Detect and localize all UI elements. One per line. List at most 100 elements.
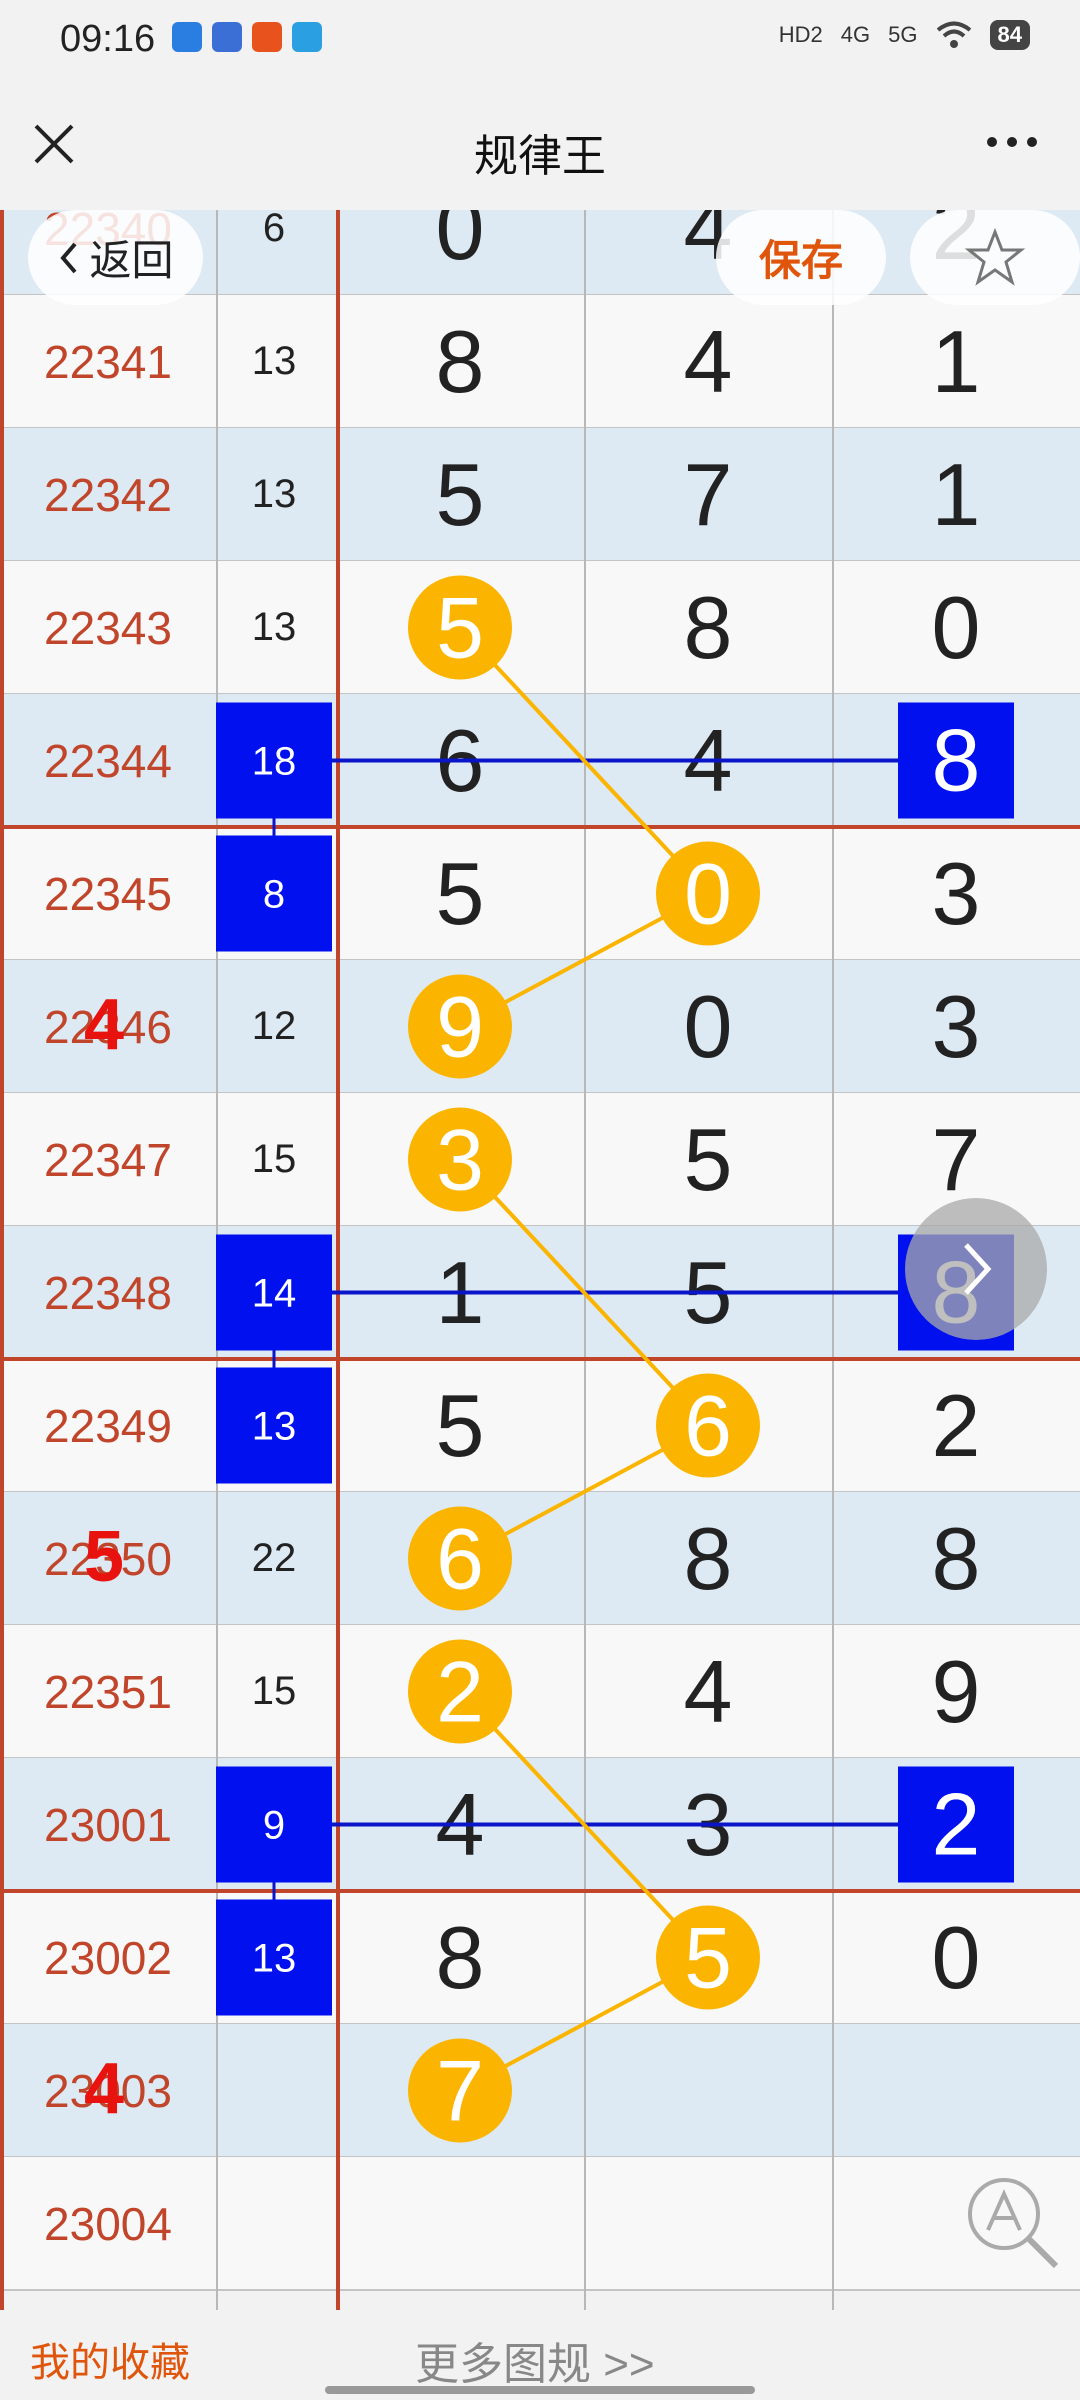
cell-sum bbox=[216, 2024, 332, 2157]
cell-d1: 8 bbox=[435, 1907, 485, 2007]
cell-sum: 6 bbox=[262, 210, 286, 250]
annotation-badge: 4 bbox=[84, 2049, 125, 2129]
cell-d2 bbox=[584, 2024, 832, 2157]
save-label: 保存 bbox=[758, 237, 843, 284]
page-title: 规律王 bbox=[474, 132, 606, 181]
cell-d1: 5 bbox=[435, 843, 485, 943]
cell-d1: 5 bbox=[435, 1375, 485, 1475]
table-row: 22344 18 6 4 8 bbox=[0, 694, 1080, 827]
cell-d2: 4 bbox=[683, 710, 733, 810]
cell-sum: 13 bbox=[251, 1935, 297, 1979]
table-row: 22345 8 5 0 3 bbox=[0, 827, 1080, 960]
cell-period: 22349 bbox=[44, 1399, 172, 1452]
cell-d1: 7 bbox=[435, 2040, 485, 2140]
cell-d3: 1 bbox=[931, 311, 981, 411]
table-row: 22346 12 9 0 3 bbox=[0, 960, 1080, 1093]
next-button[interactable] bbox=[905, 1198, 1047, 1340]
app-icon bbox=[292, 22, 322, 52]
chevron-left-icon bbox=[60, 242, 78, 273]
cell-period: 22351 bbox=[44, 1665, 172, 1718]
cell-d1 bbox=[336, 2157, 584, 2290]
cell-sum: 9 bbox=[262, 1802, 286, 1846]
cell-sum bbox=[216, 2157, 332, 2290]
cell-d1: 1 bbox=[435, 1242, 485, 1342]
cell-period: 22348 bbox=[44, 1266, 172, 1319]
group-separator bbox=[0, 825, 1080, 829]
cell-period: 22343 bbox=[44, 601, 172, 654]
cell-sum: 15 bbox=[251, 1669, 297, 1713]
cell-sum: 18 bbox=[251, 738, 297, 782]
cell-d3: 3 bbox=[931, 976, 981, 1076]
group-separator bbox=[0, 1357, 1080, 1361]
back-button[interactable]: 返回 bbox=[28, 210, 203, 305]
cell-d1: 2 bbox=[435, 1641, 485, 1741]
cell-d1: 5 bbox=[435, 577, 485, 677]
more-icon[interactable] bbox=[984, 130, 1040, 154]
cell-d2: 5 bbox=[683, 1907, 733, 2007]
cell-d1: 8 bbox=[435, 311, 485, 411]
my-favorites-link[interactable]: 我的收藏 bbox=[30, 2330, 190, 2388]
cell-period: 22345 bbox=[44, 867, 172, 920]
cell-d2: 8 bbox=[683, 577, 733, 677]
nav-bar: 规律王 bbox=[0, 80, 1080, 210]
wifi-icon bbox=[936, 21, 971, 48]
cell-sum: 22 bbox=[251, 1536, 297, 1580]
column-divider bbox=[336, 210, 340, 2310]
table-row: 22349 13 5 6 2 bbox=[0, 1359, 1080, 1492]
status-time: 09:16 bbox=[60, 18, 156, 60]
cell-d2 bbox=[584, 2157, 832, 2290]
network-5g-indicator: 5G bbox=[888, 22, 918, 47]
annotation-badge: 4 bbox=[84, 985, 125, 1065]
status-indicators: HD2 4G 5G 84 bbox=[779, 20, 1030, 50]
cell-d1: 9 bbox=[435, 976, 485, 1076]
network-4g-indicator: 4G bbox=[840, 22, 871, 47]
table-row: 22350 22 6 8 8 bbox=[0, 1492, 1080, 1625]
table-row: 23001 9 4 3 2 bbox=[0, 1758, 1080, 1891]
zoom-search-icon[interactable] bbox=[962, 2172, 1062, 2272]
table-row: 23002 13 8 5 0 bbox=[0, 1891, 1080, 2024]
cell-d1: 4 bbox=[435, 1774, 485, 1874]
table-row: 23004 bbox=[0, 2157, 1080, 2290]
star-icon bbox=[964, 227, 1026, 286]
cell-sum: 14 bbox=[251, 1270, 297, 1314]
cell-period: 22347 bbox=[44, 1133, 172, 1186]
table-row: 22341 13 8 4 1 bbox=[0, 295, 1080, 428]
cell-sum: 8 bbox=[262, 871, 286, 915]
cell-d2: 4 bbox=[683, 311, 733, 411]
table-row: 22351 15 2 4 9 bbox=[0, 1625, 1080, 1758]
cell-d2: 6 bbox=[683, 1375, 733, 1475]
save-button[interactable]: 保存 bbox=[716, 210, 886, 305]
bottom-bar: 我的收藏 更多图规 >> bbox=[0, 2310, 1080, 2400]
cell-d2: 8 bbox=[683, 1508, 733, 1608]
status-app-icons bbox=[172, 22, 322, 52]
cell-sum: 13 bbox=[251, 605, 297, 649]
cell-d1: 5 bbox=[435, 444, 485, 544]
cell-period: 22341 bbox=[44, 335, 172, 388]
home-indicator[interactable] bbox=[325, 2386, 755, 2394]
app-icon bbox=[172, 22, 202, 52]
cell-d2: 5 bbox=[683, 1109, 733, 1209]
cell-sum: 13 bbox=[251, 1403, 297, 1447]
cell-d3: 8 bbox=[931, 1508, 981, 1608]
cell-d2: 7 bbox=[683, 444, 733, 544]
cell-d1: 0 bbox=[435, 210, 485, 278]
cell-d2: 0 bbox=[683, 843, 733, 943]
column-divider bbox=[584, 210, 586, 2310]
cell-d1: 6 bbox=[435, 710, 485, 810]
cell-d3: 9 bbox=[931, 1641, 981, 1741]
cell-period: 22344 bbox=[44, 734, 172, 787]
battery-indicator: 84 bbox=[989, 20, 1030, 50]
favorite-button[interactable] bbox=[910, 210, 1080, 305]
cell-sum: 12 bbox=[251, 1004, 297, 1048]
chevron-right-icon bbox=[964, 1243, 992, 1295]
column-divider bbox=[832, 210, 834, 2310]
cell-period: 23001 bbox=[44, 1798, 172, 1851]
cell-d2: 3 bbox=[683, 1774, 733, 1874]
table-row: 23003 7 bbox=[0, 2024, 1080, 2157]
cell-d3: 0 bbox=[931, 1907, 981, 2007]
table-row: 22343 13 5 8 0 bbox=[0, 561, 1080, 694]
more-rules-link[interactable]: 更多图规 >> bbox=[415, 2328, 655, 2392]
group-separator bbox=[0, 1889, 1080, 1893]
table-row: 22342 13 5 7 1 bbox=[0, 428, 1080, 561]
cell-period: 23004 bbox=[44, 2197, 172, 2250]
